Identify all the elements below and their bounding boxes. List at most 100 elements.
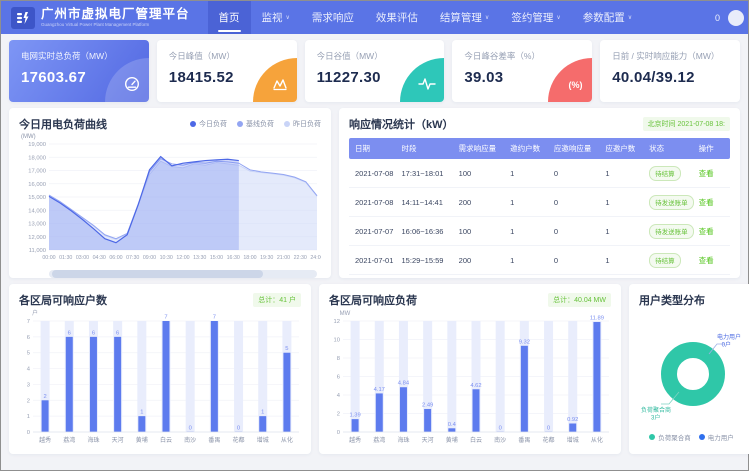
bar[interactable] <box>569 423 576 432</box>
bar[interactable] <box>400 387 407 432</box>
menu-item-demand-response[interactable]: 需求响应 <box>301 1 365 34</box>
svg-text:从化: 从化 <box>281 436 293 444</box>
table-cell: 200 <box>456 246 507 275</box>
svg-text:0: 0 <box>237 426 240 432</box>
legend-item-power-user[interactable]: 电力用户 <box>699 432 734 442</box>
status-badge: 待发送账单 <box>649 195 694 210</box>
menu-item-home[interactable]: 首页 <box>208 1 251 34</box>
user-type-card: 用户类型分布 电力用户 0户 负荷聚合商 3户 负荷聚合商 电力用户 <box>629 284 749 454</box>
bar[interactable] <box>448 428 455 432</box>
bar[interactable] <box>138 416 145 432</box>
column-header: 邀约户数 <box>507 138 551 159</box>
user-type-title: 用户类型分布 <box>639 292 744 308</box>
table-cell: 200 <box>456 188 507 217</box>
view-link[interactable]: 查看 <box>699 227 714 236</box>
svg-text:01:30: 01:30 <box>59 255 72 261</box>
svg-text:从化: 从化 <box>591 436 603 444</box>
view-link[interactable]: 查看 <box>699 256 714 265</box>
legend-item-today[interactable]: 今日负荷 <box>190 119 227 129</box>
callout-aggregator-value: 3户 <box>651 414 660 422</box>
menu-item-settlement[interactable]: 结算管理∨ <box>429 1 500 34</box>
svg-text:0.4: 0.4 <box>448 422 457 428</box>
bar[interactable] <box>424 409 431 432</box>
bar[interactable] <box>352 419 359 432</box>
bar[interactable] <box>259 416 266 432</box>
legend-item-yesterday[interactable]: 昨日负荷 <box>284 119 321 129</box>
table-row: 2021-07-0716:06~16:36100101待发送账单查看 <box>349 217 730 246</box>
svg-text:南沙: 南沙 <box>494 436 506 444</box>
svg-text:22:30: 22:30 <box>294 255 307 261</box>
legend-dot <box>699 434 705 440</box>
svg-text:19:30: 19:30 <box>260 255 273 261</box>
app-title: 广州市虚拟电厂管理平台 <box>41 8 190 21</box>
svg-text:2: 2 <box>43 394 46 400</box>
svg-text:番禺: 番禺 <box>208 437 220 444</box>
svg-text:0: 0 <box>27 430 30 436</box>
bar[interactable] <box>521 346 528 432</box>
bar[interactable] <box>473 389 480 432</box>
svg-text:6: 6 <box>337 375 340 381</box>
view-link[interactable]: 查看 <box>699 198 714 207</box>
table-cell: 2021-07-01 <box>349 246 399 275</box>
chart-range-slider[interactable] <box>49 270 317 278</box>
menu-item-contract[interactable]: 签约管理∨ <box>500 1 571 34</box>
table-cell: 0 <box>551 159 602 188</box>
bar[interactable] <box>90 337 97 432</box>
view-link[interactable]: 查看 <box>699 169 714 178</box>
bar[interactable] <box>42 400 49 432</box>
svg-text:白云: 白云 <box>160 436 172 444</box>
table-cell: 1 <box>507 217 551 246</box>
column-header: 应邀户数 <box>602 138 646 159</box>
kpi-card-today-peak: 今日峰值（MW） 18415.52 <box>157 40 297 102</box>
svg-text:10:30: 10:30 <box>160 255 173 261</box>
chevron-down-icon: ∨ <box>286 14 290 21</box>
bar[interactable] <box>211 321 218 432</box>
donut-slice-aggregator[interactable] <box>669 350 717 398</box>
table-cell: 1 <box>602 188 646 217</box>
svg-text:16:30: 16:30 <box>227 255 240 261</box>
table-cell: 1 <box>507 188 551 217</box>
table-header-row: 日期时段需求响应量邀约户数应邀响应量应邀户数状态操作 <box>349 138 730 159</box>
district-users-title: 各区局可响应户数 <box>19 292 107 308</box>
bar[interactable] <box>376 393 383 432</box>
bar-track <box>234 321 243 432</box>
response-table-body: 2021-07-0817:31~18:01100101待结算查看2021-07-… <box>349 159 730 275</box>
svg-text:15:00: 15:00 <box>210 255 223 261</box>
pulse-icon <box>400 58 444 102</box>
bar[interactable] <box>66 337 73 432</box>
svg-text:1.39: 1.39 <box>349 413 360 419</box>
menu-item-monitor[interactable]: 监视∨ <box>251 1 301 34</box>
kpi-title: 电网实时总负荷（MW） <box>21 50 137 62</box>
svg-text:0: 0 <box>189 426 192 432</box>
legend-item-baseline[interactable]: 基线负荷 <box>237 119 274 129</box>
menu-item-parameters[interactable]: 参数配置∨ <box>572 1 643 34</box>
bar[interactable] <box>114 337 121 432</box>
svg-text:21:00: 21:00 <box>277 255 290 261</box>
legend-dot <box>237 121 243 127</box>
svg-text:增城: 增城 <box>257 436 269 444</box>
user-avatar[interactable] <box>728 10 744 26</box>
table-cell: 17:31~18:01 <box>399 159 456 188</box>
table-cell: 0 <box>551 188 602 217</box>
gauge-icon <box>105 58 149 102</box>
svg-text:9.32: 9.32 <box>519 339 530 345</box>
notification-count[interactable]: 0 <box>715 13 720 23</box>
svg-text:黄埔: 黄埔 <box>446 436 458 444</box>
legend-item-aggregator[interactable]: 负荷聚合商 <box>649 432 691 442</box>
bar[interactable] <box>283 353 290 432</box>
svg-text:0.92: 0.92 <box>567 417 578 423</box>
menu-item-effect-eval[interactable]: 效果评估 <box>365 1 429 34</box>
svg-text:7: 7 <box>27 319 30 325</box>
bar[interactable] <box>163 321 170 432</box>
svg-text:0: 0 <box>499 426 502 432</box>
percent-gauge-icon: (%) <box>548 58 592 102</box>
column-header: 状态 <box>646 138 696 159</box>
bar[interactable] <box>593 322 600 432</box>
slider-fill[interactable] <box>52 270 264 278</box>
table-cell: 14:11~14:41 <box>399 188 456 217</box>
kpi-title: 今日峰值（MW） <box>169 50 285 62</box>
table-cell: 1 <box>507 246 551 275</box>
chevron-down-icon: ∨ <box>485 14 489 21</box>
svg-text:6: 6 <box>68 330 71 336</box>
legend-dot <box>190 121 196 127</box>
